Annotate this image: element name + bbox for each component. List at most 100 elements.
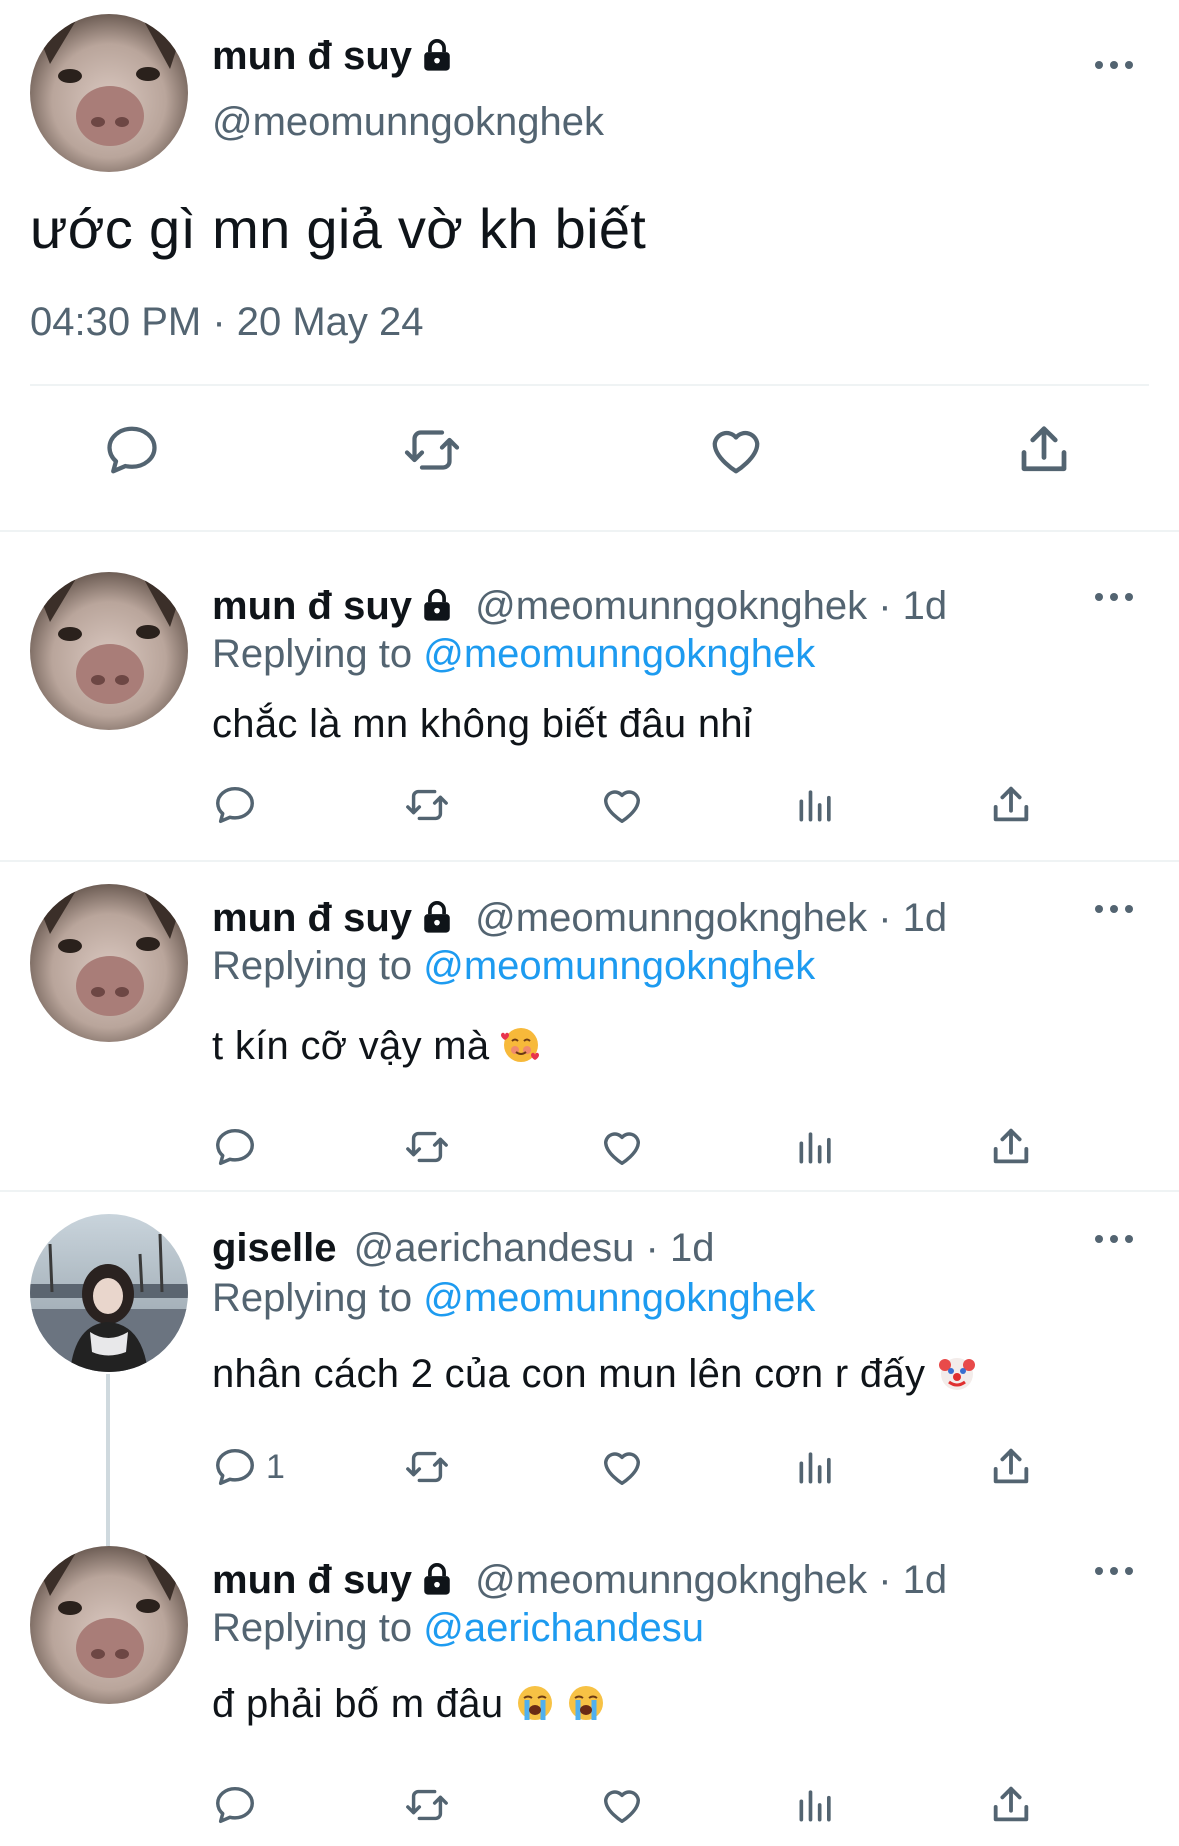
lock-icon <box>420 1561 454 1606</box>
reply-time: · 1d <box>878 584 948 628</box>
replying-to: Replying to @meomunngoknghek <box>212 1276 815 1321</box>
replying-to-link[interactable]: @aerichandesu <box>423 1606 704 1650</box>
reply-action-bar <box>212 1124 1149 1184</box>
loudly-crying-face-emoji <box>566 1683 606 1733</box>
author-name[interactable]: mun đ suy <box>212 1558 412 1602</box>
divider <box>30 384 1149 386</box>
smiling-face-with-hearts-emoji <box>500 1025 541 1075</box>
retweet-button[interactable] <box>402 1444 452 1490</box>
reply-text: chắc là mn không biết đâu nhỉ <box>212 702 753 746</box>
reply-icon <box>216 1786 254 1824</box>
like-button[interactable] <box>706 420 766 485</box>
analytics-button[interactable] <box>794 1444 838 1490</box>
tweet-timestamp[interactable]: 04:30 PM · 20 May 24 <box>30 300 424 345</box>
reply-button[interactable]: 1 <box>212 1444 285 1490</box>
author-handle[interactable]: @aerichandesu <box>354 1226 635 1270</box>
replying-label: Replying to <box>212 632 413 676</box>
tweet-text: ước gì mn giả vờ kh biết <box>30 197 647 260</box>
more-options-icon[interactable] <box>1093 1556 1135 1586</box>
cat-avatar-image <box>30 884 188 1042</box>
author-name[interactable]: giselle <box>212 1226 337 1270</box>
more-options-icon[interactable] <box>1093 1224 1135 1254</box>
reply-action-bar <box>212 782 1149 842</box>
reply-tweet[interactable]: mun đ suy @meomunngoknghek · 1d Replying… <box>0 884 1179 1184</box>
share-button[interactable] <box>988 1444 1034 1490</box>
reply-action-bar: 1 <box>212 1444 1149 1504</box>
share-button[interactable] <box>988 782 1034 828</box>
loudly-crying-face-emoji <box>515 1683 555 1733</box>
author-handle[interactable]: @meomunngoknghek <box>475 896 867 940</box>
clown-face-emoji <box>937 1353 977 1403</box>
like-icon <box>712 430 760 474</box>
retweet-icon <box>406 1789 448 1821</box>
author-avatar[interactable] <box>30 14 188 172</box>
author-name[interactable]: mun đ suy <box>212 34 454 82</box>
author-avatar[interactable] <box>30 1546 188 1704</box>
retweet-button[interactable] <box>402 1124 452 1170</box>
author-handle[interactable]: @meomunngoknghek <box>475 1558 867 1602</box>
analytics-icon <box>799 1790 831 1822</box>
reply-header: giselle @aerichandesu · 1d <box>212 1226 714 1271</box>
reply-button[interactable] <box>212 782 266 828</box>
main-action-bar <box>30 420 1149 500</box>
author-avatar[interactable] <box>30 572 188 730</box>
more-options-icon[interactable] <box>1093 582 1135 612</box>
more-options-icon[interactable] <box>1093 894 1135 924</box>
analytics-icon <box>799 1452 831 1484</box>
retweet-button[interactable] <box>402 1782 452 1828</box>
analytics-icon <box>799 790 831 822</box>
reply-icon <box>216 1128 254 1166</box>
replying-to-link[interactable]: @meomunngoknghek <box>423 1276 815 1320</box>
reply-tweet[interactable]: mun đ suy @meomunngoknghek · 1d Replying… <box>0 572 1179 862</box>
share-button[interactable] <box>988 1782 1034 1828</box>
author-avatar[interactable] <box>30 1214 188 1372</box>
more-options-icon[interactable] <box>1093 50 1135 80</box>
author-name[interactable]: mun đ suy <box>212 896 412 940</box>
like-icon <box>603 1132 641 1166</box>
share-button[interactable] <box>988 1124 1034 1170</box>
reply-button[interactable] <box>212 1782 266 1828</box>
like-button[interactable] <box>598 1444 646 1490</box>
reply-count: 1 <box>266 1447 285 1486</box>
divider <box>0 860 1179 862</box>
like-icon <box>603 1452 641 1486</box>
reply-body: nhân cách 2 của con mun lên cơn r đấy <box>212 1352 977 1403</box>
like-icon <box>603 1790 641 1824</box>
author-handle[interactable]: @meomunngoknghek <box>475 584 867 628</box>
replying-to-link[interactable]: @meomunngoknghek <box>423 944 815 988</box>
reply-action-bar <box>212 1782 1149 1842</box>
reply-body: t kín cỡ vậy mà <box>212 1024 541 1075</box>
reply-time: · 1d <box>878 1558 948 1602</box>
reply-tweet[interactable]: giselle @aerichandesu · 1d Replying to @… <box>0 1214 1179 1514</box>
replying-to: Replying to @aerichandesu <box>212 1606 704 1651</box>
analytics-button[interactable] <box>794 782 838 828</box>
share-button[interactable] <box>1014 420 1074 485</box>
retweet-button[interactable] <box>402 782 452 828</box>
reply-header: mun đ suy @meomunngoknghek · 1d <box>212 584 947 632</box>
replying-label: Replying to <box>212 1606 413 1650</box>
like-icon <box>603 790 641 824</box>
retweet-icon <box>406 1131 448 1163</box>
replying-to-link[interactable]: @meomunngoknghek <box>423 632 815 676</box>
reply-header: mun đ suy @meomunngoknghek · 1d <box>212 1558 947 1606</box>
like-button[interactable] <box>598 782 646 828</box>
reply-button[interactable] <box>102 420 162 485</box>
lock-icon <box>420 37 454 82</box>
reply-icon <box>107 426 157 474</box>
reply-body: đ phải bố m đâu <box>212 1682 606 1733</box>
retweet-button[interactable] <box>400 420 464 485</box>
cat-avatar-image <box>30 572 188 730</box>
analytics-button[interactable] <box>794 1124 838 1170</box>
author-name[interactable]: mun đ suy <box>212 584 412 628</box>
reply-time: · 1d <box>878 896 948 940</box>
like-button[interactable] <box>598 1782 646 1828</box>
reply-button[interactable] <box>212 1124 266 1170</box>
like-button[interactable] <box>598 1124 646 1170</box>
lock-icon <box>420 899 454 944</box>
retweet-icon <box>406 789 448 821</box>
analytics-button[interactable] <box>794 1782 838 1828</box>
author-handle[interactable]: @meomunngoknghek <box>212 100 604 145</box>
author-avatar[interactable] <box>30 884 188 1042</box>
replying-label: Replying to <box>212 944 413 988</box>
reply-tweet[interactable]: mun đ suy @meomunngoknghek · 1d Replying… <box>0 1546 1179 1846</box>
